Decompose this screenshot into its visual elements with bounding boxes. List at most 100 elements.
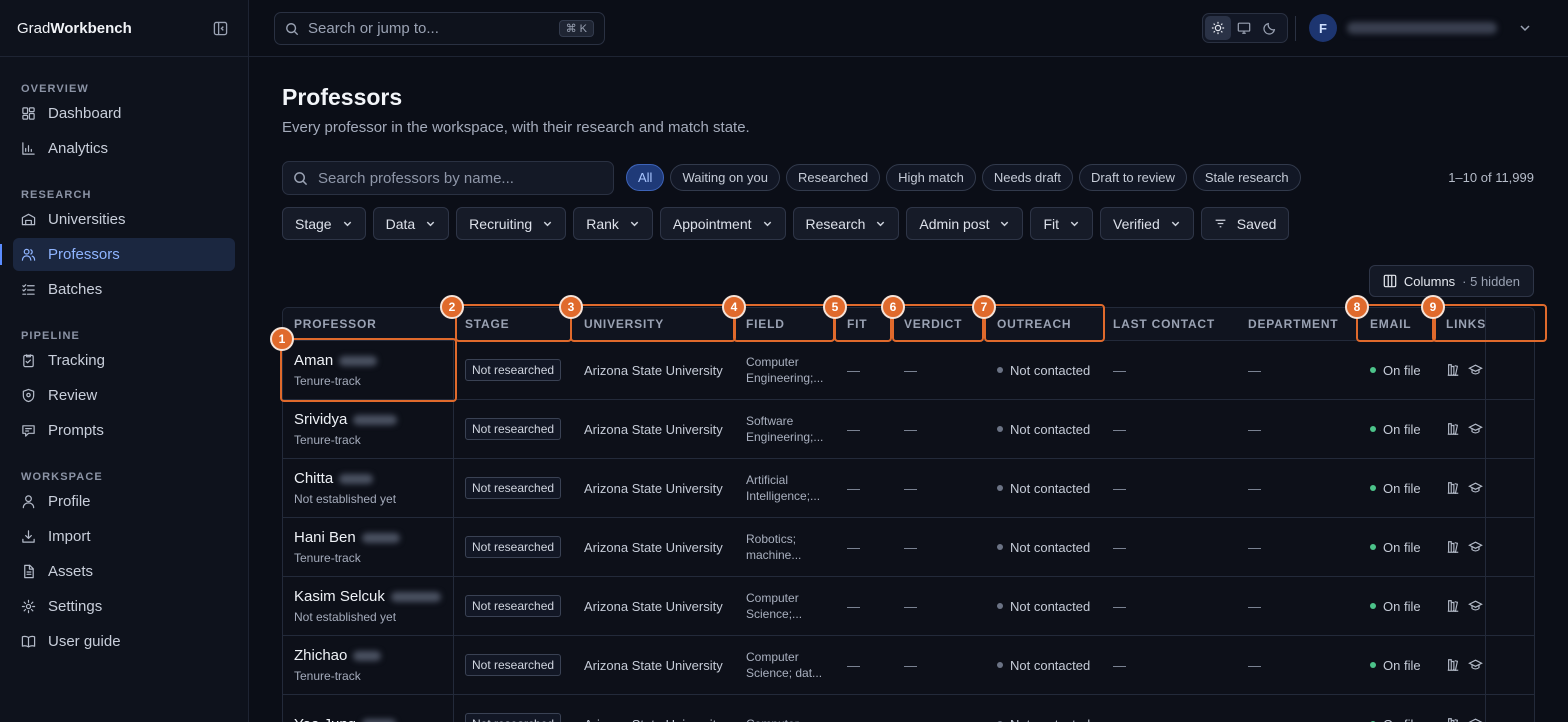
columns-button[interactable]: Columns · 5 hidden — [1368, 265, 1534, 297]
professor-name[interactable]: Hani Ben — [294, 529, 400, 546]
professor-cell[interactable]: Zhichao Tenure-track — [283, 636, 454, 694]
department-cell: — — [1237, 400, 1359, 458]
chip-needs-draft[interactable]: Needs draft — [981, 164, 1074, 191]
chip-high-match[interactable]: High match — [886, 164, 976, 191]
scholar-cap-icon[interactable] — [1468, 717, 1483, 722]
professor-cell[interactable]: Chitta Not established yet — [283, 459, 454, 517]
library-icon[interactable] — [1446, 599, 1460, 613]
sidebar-item-profile[interactable]: Profile — [13, 485, 235, 518]
system-theme-button[interactable] — [1231, 16, 1257, 40]
column-header-verdict[interactable]: VERDICT — [893, 308, 986, 340]
column-header-stage[interactable]: STAGE — [454, 308, 573, 340]
library-icon[interactable] — [1446, 363, 1460, 377]
university-cell[interactable]: Arizona State University — [573, 577, 735, 635]
professor-name[interactable]: Zhichao — [294, 647, 382, 664]
professor-name[interactable]: Yoo Jung — [294, 716, 397, 722]
scholar-cap-icon[interactable] — [1468, 658, 1483, 672]
column-header-university[interactable]: UNIVERSITY — [573, 308, 735, 340]
outreach-cell: Not contacted — [986, 695, 1102, 722]
sidebar-item-user-guide[interactable]: User guide — [13, 625, 235, 658]
library-icon[interactable] — [1446, 481, 1460, 495]
table-row[interactable]: Yoo Jung Not researched Arizona State Univ… — [283, 695, 1534, 722]
outreach-cell: Not contacted — [986, 400, 1102, 458]
professor-name[interactable]: Srividya — [294, 411, 398, 428]
filter-fit[interactable]: Fit — [1030, 207, 1094, 240]
scholar-cap-icon[interactable] — [1468, 422, 1483, 436]
library-icon[interactable] — [1446, 540, 1460, 554]
column-header-department[interactable]: DEPARTMENT — [1237, 308, 1359, 340]
university-cell[interactable]: Arizona State University — [573, 400, 735, 458]
sidebar-collapse-icon[interactable] — [213, 21, 228, 36]
chip-draft-to-review[interactable]: Draft to review — [1079, 164, 1187, 191]
professor-search-input[interactable]: Search professors by name... — [282, 161, 614, 195]
sidebar-item-batches[interactable]: Batches — [13, 273, 235, 306]
column-header-field[interactable]: FIELD — [735, 308, 836, 340]
sidebar-item-universities[interactable]: Universities — [13, 203, 235, 236]
filter-stage[interactable]: Stage — [282, 207, 366, 240]
professor-name[interactable]: Kasim Selcuk — [294, 588, 441, 605]
table-row[interactable]: Kasim Selcuk Not established yet Not resea… — [283, 577, 1534, 636]
chip-researched[interactable]: Researched — [785, 164, 881, 191]
sidebar-item-review[interactable]: Review — [13, 379, 235, 412]
user-menu[interactable]: F — [1309, 14, 1497, 42]
professor-name[interactable]: Chitta — [294, 470, 374, 487]
university-cell[interactable]: Arizona State University — [573, 695, 735, 722]
outreach-cell: Not contacted — [986, 636, 1102, 694]
chevron-down-icon[interactable] — [1519, 21, 1531, 37]
library-icon[interactable] — [1446, 658, 1460, 672]
filter-appointment[interactable]: Appointment — [659, 207, 786, 240]
university-cell[interactable]: Arizona State University — [573, 636, 735, 694]
filter-rank[interactable]: Rank — [573, 207, 653, 240]
sidebar-item-tracking[interactable]: Tracking — [13, 344, 235, 377]
professor-search-placeholder: Search professors by name... — [318, 169, 514, 187]
scholar-cap-icon[interactable] — [1468, 599, 1483, 613]
scholar-cap-icon[interactable] — [1468, 363, 1483, 377]
column-header-professor[interactable]: PROFESSOR — [283, 308, 454, 340]
tracking-icon — [23, 354, 34, 368]
professor-cell[interactable]: Yoo Jung — [283, 695, 454, 722]
professor-cell[interactable]: Srividya Tenure-track — [283, 400, 454, 458]
sidebar-item-import[interactable]: Import — [13, 520, 235, 553]
filter-verified[interactable]: Verified — [1100, 207, 1194, 240]
field-cell: Computer — [735, 695, 836, 722]
table-row[interactable]: Zhichao Tenure-track Not researched Arizona… — [283, 636, 1534, 695]
table-row[interactable]: Srividya Tenure-track Not researched Arizon… — [283, 400, 1534, 459]
university-cell[interactable]: Arizona State University — [573, 341, 735, 399]
light-theme-button[interactable] — [1205, 16, 1231, 40]
library-icon[interactable] — [1446, 717, 1460, 722]
sidebar-item-analytics[interactable]: Analytics — [13, 132, 235, 165]
column-header-last-contact[interactable]: LAST CONTACT — [1102, 308, 1237, 340]
scholar-cap-icon[interactable] — [1468, 540, 1483, 554]
sidebar-item-assets[interactable]: Assets — [13, 555, 235, 588]
last-contact-value: — — [1113, 421, 1126, 437]
chip-waiting-on-you[interactable]: Waiting on you — [670, 164, 780, 191]
chip-stale-research[interactable]: Stale research — [1192, 164, 1301, 191]
university-cell[interactable]: Arizona State University — [573, 518, 735, 576]
chip-all[interactable]: All — [626, 164, 665, 191]
professor-cell[interactable]: Hani Ben Tenure-track — [283, 518, 454, 576]
filter-label: Recruiting — [469, 215, 533, 232]
filter-recruiting[interactable]: Recruiting — [456, 207, 567, 240]
table-row[interactable]: Aman Tenure-track Not researched Arizona St… — [283, 341, 1534, 400]
sidebar-item-professors[interactable]: Professors — [0, 238, 235, 271]
table-row[interactable]: Hani Ben Tenure-track Not researched Arizon… — [283, 518, 1534, 577]
university-cell[interactable]: Arizona State University — [573, 459, 735, 517]
scholar-cap-icon[interactable] — [1468, 481, 1483, 495]
global-search-input[interactable]: Search or jump to... ⌘ K — [274, 12, 605, 45]
filter-admin-post[interactable]: Admin post — [906, 207, 1024, 240]
sidebar-item-settings[interactable]: Settings — [13, 590, 235, 623]
library-icon[interactable] — [1446, 422, 1460, 436]
filter-data[interactable]: Data — [372, 207, 450, 240]
professor-name[interactable]: Aman — [294, 352, 378, 369]
column-header-outreach[interactable]: OUTREACH — [986, 308, 1102, 340]
dark-theme-button[interactable] — [1257, 16, 1283, 40]
sidebar-item-prompts[interactable]: Prompts — [13, 414, 235, 447]
filter-research[interactable]: Research — [792, 207, 900, 240]
app-logo[interactable]: GradWorkbench — [17, 20, 132, 37]
table-row[interactable]: Chitta Not established yet Not researched A… — [283, 459, 1534, 518]
professor-cell[interactable]: Aman Tenure-track — [283, 341, 454, 399]
nav-section-workspace: WORKSPACE Profile Import Assets Settings User… — [0, 461, 248, 658]
professor-cell[interactable]: Kasim Selcuk Not established yet — [283, 577, 454, 635]
sidebar-item-dashboard[interactable]: Dashboard — [13, 97, 235, 130]
saved-filters-button[interactable]: Saved — [1200, 207, 1290, 240]
